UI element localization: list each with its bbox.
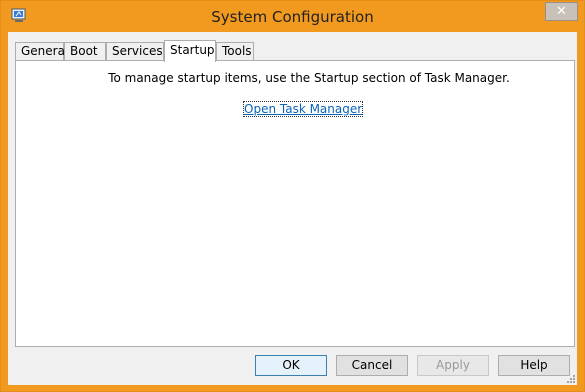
help-button[interactable]: Help xyxy=(498,355,570,376)
open-task-manager-link[interactable]: Open Task Manager xyxy=(242,101,364,117)
close-button[interactable]: ✕ xyxy=(545,2,578,21)
tab-boot[interactable]: Boot xyxy=(64,42,106,60)
cancel-button[interactable]: Cancel xyxy=(336,355,408,376)
tab-tools[interactable]: Tools xyxy=(216,42,254,60)
apply-button[interactable]: Apply xyxy=(417,355,489,376)
system-configuration-window: System Configuration ✕ General Boot Serv… xyxy=(0,0,585,392)
startup-tab-panel: To manage startup items, use the Startup… xyxy=(15,60,575,347)
tab-services[interactable]: Services xyxy=(106,42,164,60)
resize-grip-icon[interactable] xyxy=(565,373,575,383)
window-title: System Configuration xyxy=(211,8,374,26)
dialog-client-area: General Boot Services Startup Tools To m… xyxy=(8,32,577,385)
close-icon: ✕ xyxy=(556,4,567,19)
ok-button[interactable]: OK xyxy=(255,355,327,376)
startup-message: To manage startup items, use the Startup… xyxy=(108,71,510,85)
tab-general[interactable]: General xyxy=(15,42,68,60)
tab-startup[interactable]: Startup xyxy=(164,40,216,62)
title-bar[interactable]: System Configuration ✕ xyxy=(1,1,584,32)
